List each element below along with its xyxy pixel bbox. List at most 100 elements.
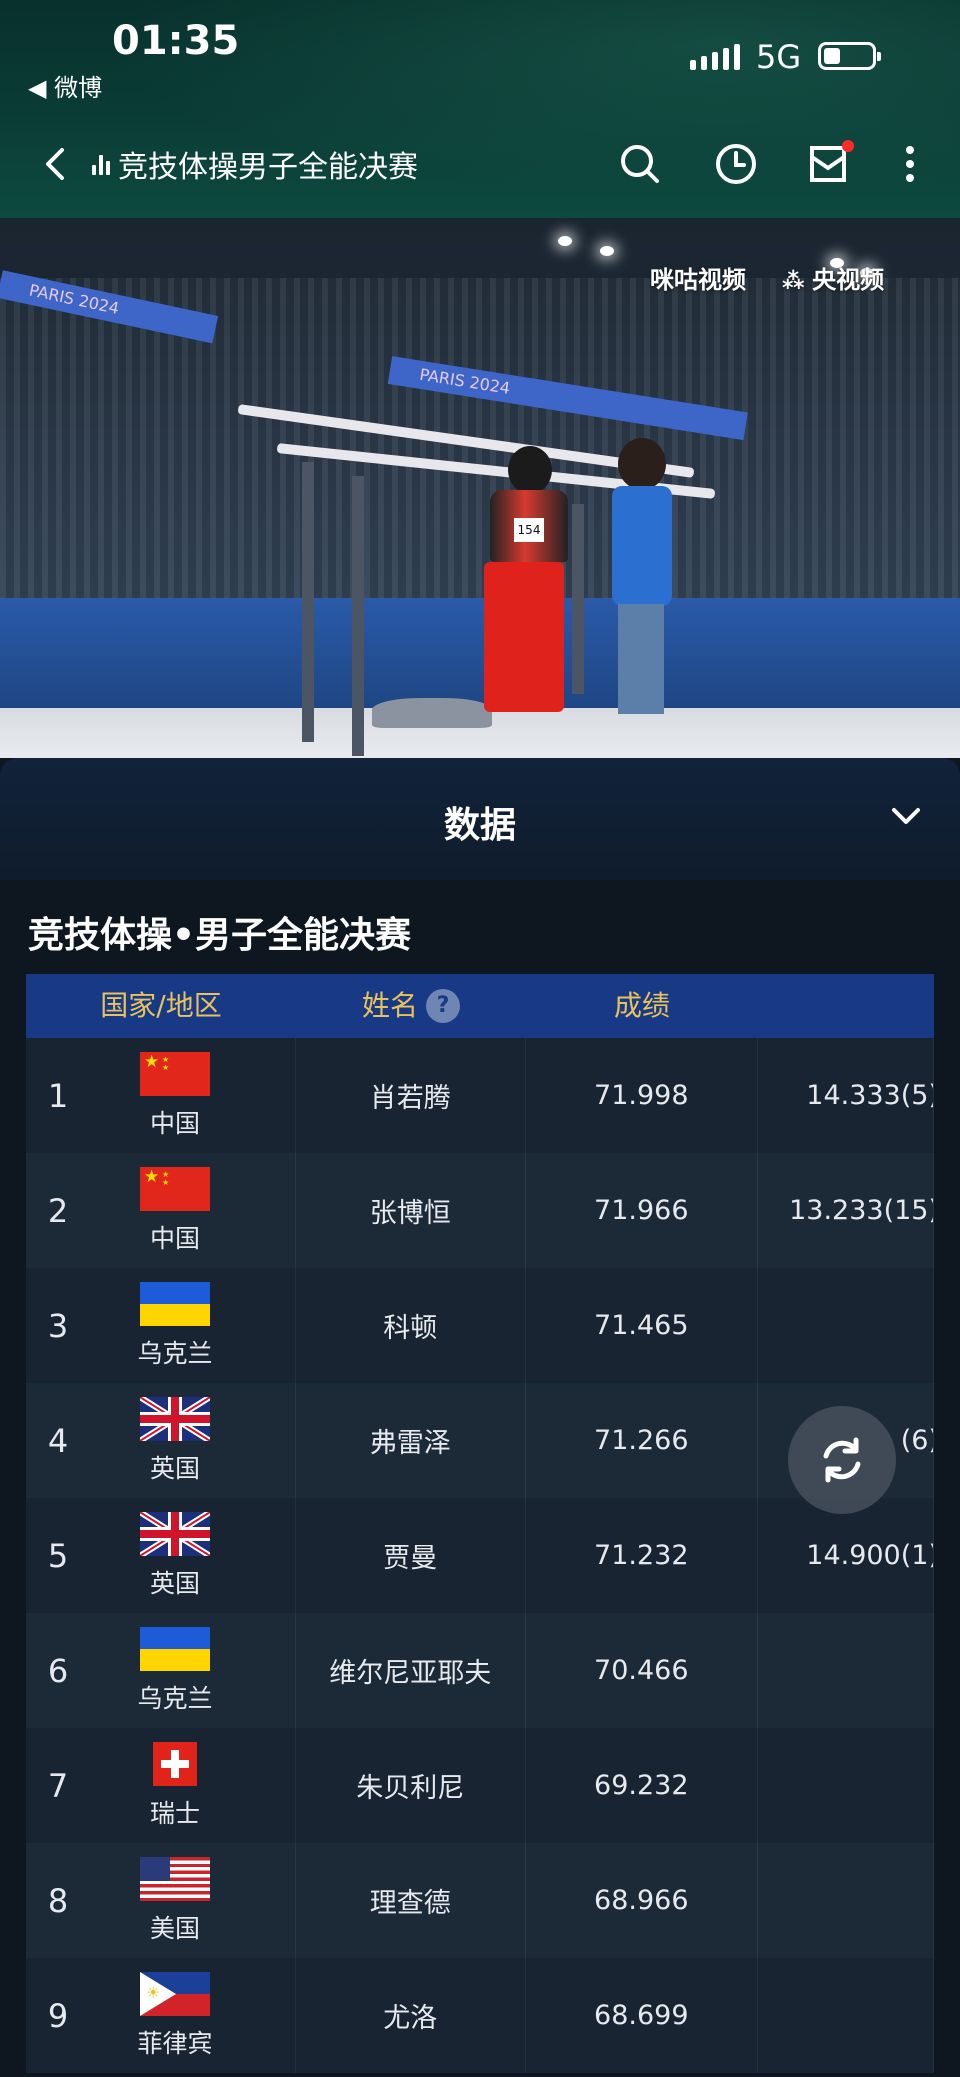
apparatus-score xyxy=(758,1843,934,1958)
rank: 5 xyxy=(47,1536,69,1575)
rank: 1 xyxy=(47,1076,69,1115)
country-cell: 9 菲律宾 xyxy=(26,1958,296,2073)
header-extra xyxy=(758,974,934,1038)
country-cell: 1 中国 xyxy=(26,1038,296,1153)
chevron-down-icon[interactable] xyxy=(888,798,924,834)
athlete-name: 维尔尼亚耶夫 xyxy=(296,1613,526,1728)
gymnast-legs xyxy=(484,562,564,712)
country-cell: 5 英国 xyxy=(26,1498,296,1613)
table-row[interactable]: 9 菲律宾 尤洛68.699 xyxy=(26,1958,934,2073)
bar-post xyxy=(302,462,314,742)
flag-us-icon xyxy=(140,1857,210,1901)
country-name: 中国 xyxy=(149,1224,200,1253)
refresh-button[interactable] xyxy=(788,1406,896,1514)
network-type: 5G xyxy=(756,38,802,76)
flag-cn-icon xyxy=(140,1052,210,1096)
country-name: 英国 xyxy=(149,1569,200,1598)
coach-legs xyxy=(618,604,664,714)
cctv-watermark-text: 央视频 xyxy=(812,266,885,294)
help-icon[interactable]: ? xyxy=(426,989,460,1023)
flag-gb-icon xyxy=(140,1512,210,1556)
athlete-name: 尤洛 xyxy=(296,1958,526,2073)
apparatus-score xyxy=(758,1268,934,1383)
rank: 7 xyxy=(47,1766,69,1805)
country-cell: 4 英国 xyxy=(26,1383,296,1498)
flag-group: 美国 xyxy=(132,1857,218,1945)
total-score: 68.699 xyxy=(526,1958,758,2073)
athlete-name: 科顿 xyxy=(296,1268,526,1383)
search-icon[interactable] xyxy=(616,140,664,188)
apparatus-score: 14.333(5) xyxy=(758,1038,934,1153)
table-row[interactable]: 7 瑞士 朱贝利尼 69.232 xyxy=(26,1728,934,1843)
coach-body xyxy=(612,486,672,606)
coach-head xyxy=(618,438,666,490)
country-name: 中国 xyxy=(149,1109,200,1138)
cctv-watermark: ⁂ 央视频 xyxy=(782,260,884,295)
total-score: 71.232 xyxy=(526,1498,758,1613)
data-panel-header[interactable]: 数据 xyxy=(0,758,960,880)
notification-dot xyxy=(842,140,854,152)
country-name: 乌克兰 xyxy=(137,1339,213,1368)
bar-post xyxy=(572,504,584,694)
apparatus-score-text: 14.900(1) xyxy=(806,1540,934,1571)
country-cell: 3 乌克兰 xyxy=(26,1268,296,1383)
refresh-icon xyxy=(823,1437,861,1483)
table-row[interactable]: 3 乌克兰 科顿 71.465 xyxy=(26,1268,934,1383)
apparatus-score-text: (6) xyxy=(900,1425,933,1456)
more-icon[interactable] xyxy=(886,140,934,188)
table-row[interactable]: 5 英国 贾曼 71.232 14.900(1) xyxy=(26,1498,934,1613)
athlete-name: 张博恒 xyxy=(296,1153,526,1268)
arena-light xyxy=(600,246,614,256)
country-cell: 6 乌克兰 xyxy=(26,1613,296,1728)
flag-group: 瑞士 xyxy=(132,1742,218,1830)
header-country: 国家/地区 xyxy=(100,989,222,1022)
page-title: 竞技体操男子全能决赛 xyxy=(118,150,418,185)
table-row[interactable]: 6 乌克兰 维尔尼亚耶夫 70.466 xyxy=(26,1613,934,1728)
history-icon[interactable] xyxy=(712,140,760,188)
table-row[interactable]: 1 中国 肖若腾71.998 14.333(5) xyxy=(26,1038,934,1153)
total-score: 71.998 xyxy=(526,1038,758,1153)
arena-wall xyxy=(0,598,960,708)
panel-title: 数据 xyxy=(443,805,516,846)
country-cell: 8 美国 xyxy=(26,1843,296,1958)
total-score: 70.466 xyxy=(526,1613,758,1728)
table-row[interactable]: 2 中国 张博恒71.966 13.233(15) xyxy=(26,1153,934,1268)
rank: 2 xyxy=(47,1191,69,1230)
flag-group: 乌克兰 xyxy=(132,1627,218,1715)
apparatus-score xyxy=(758,1728,934,1843)
migu-watermark: 咪咕视频 xyxy=(650,266,746,294)
apparatus-score xyxy=(758,1958,934,2073)
status-time: 01:35 xyxy=(112,18,240,64)
flag-group: 乌克兰 xyxy=(132,1282,218,1370)
flag-ua-icon xyxy=(140,1627,210,1671)
signal-icon xyxy=(690,44,740,70)
arena-light xyxy=(558,236,572,246)
back-icon[interactable] xyxy=(34,142,78,186)
video-player[interactable]: PARIS 2024 PARIS 2024 154 咪咕视频 ⁂ 央视频 xyxy=(0,218,960,758)
back-to-app-link[interactable]: ◀ 微博 xyxy=(28,68,102,103)
header-name-label: 姓名 xyxy=(361,989,418,1022)
rank: 9 xyxy=(47,1996,69,2035)
results-table: 国家/地区 姓名 ? 成绩 1中国肖若腾71.99814.333(5)2中国张博… xyxy=(26,974,934,2073)
flag-ch-icon xyxy=(153,1742,197,1786)
live-bars-icon xyxy=(92,153,110,175)
country-name: 瑞士 xyxy=(149,1799,200,1828)
cctv-logo-icon: ⁂ xyxy=(782,269,813,294)
country-name: 菲律宾 xyxy=(137,2029,213,2058)
flag-ph-icon xyxy=(140,1972,210,2016)
country-name: 美国 xyxy=(149,1914,200,1943)
athlete-name: 肖若腾 xyxy=(296,1038,526,1153)
total-score: 69.232 xyxy=(526,1728,758,1843)
table-body: 1中国肖若腾71.99814.333(5)2中国张博恒71.96613.233(… xyxy=(26,1038,934,2073)
battery-icon xyxy=(818,42,881,70)
header-name: 姓名 ? xyxy=(296,974,526,1038)
table-header: 国家/地区 姓名 ? 成绩 xyxy=(26,974,934,1038)
rank: 4 xyxy=(47,1421,69,1460)
section-title: 竞技体操•男子全能决赛 xyxy=(28,915,412,956)
table-row[interactable]: 8 美国 理查德 68.966 xyxy=(26,1843,934,1958)
rank: 3 xyxy=(47,1306,69,1345)
flag-cn-icon xyxy=(140,1167,210,1211)
app-bar: 竞技体操男子全能决赛 xyxy=(0,128,960,204)
apparatus-score: 13.233(15) xyxy=(758,1153,934,1268)
country-cell: 2 中国 xyxy=(26,1153,296,1268)
